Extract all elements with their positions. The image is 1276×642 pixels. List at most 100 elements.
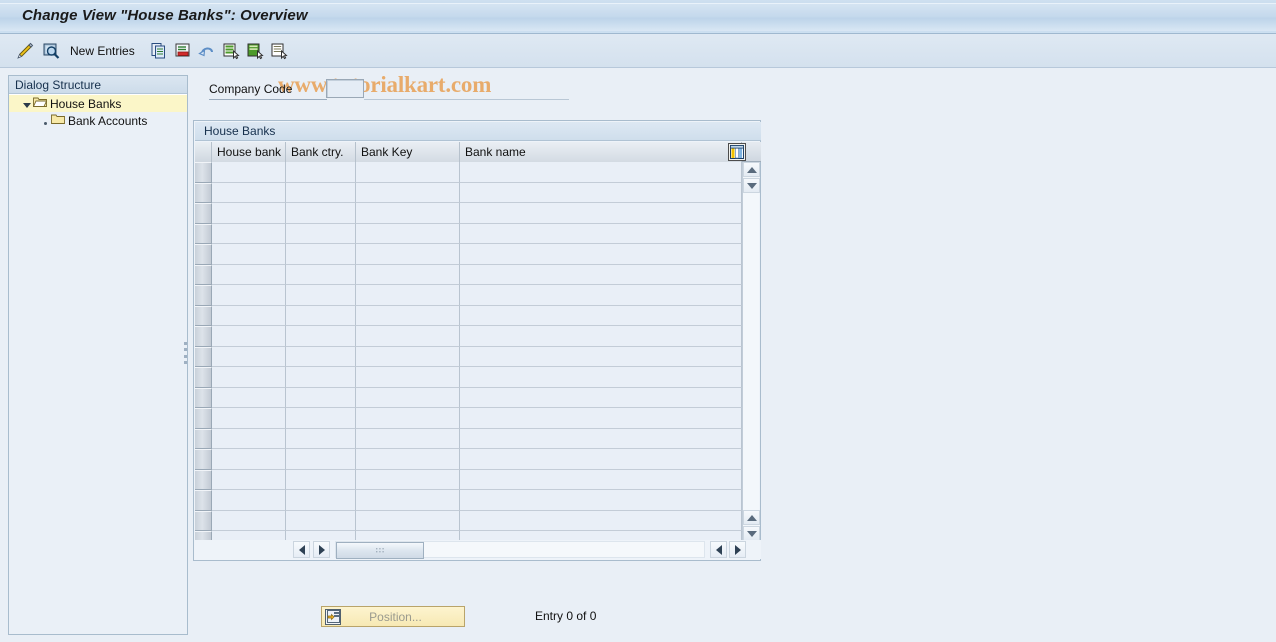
table-cell-bank_key[interactable] [356,203,460,224]
table-cell-bank_ctry[interactable] [286,285,356,306]
table-cell-bank_name[interactable] [460,408,742,429]
row-selector-button[interactable] [195,469,212,490]
table-cell-bank_name[interactable] [460,223,742,244]
table-body[interactable] [195,162,743,541]
table-cell-house_bank[interactable] [212,346,286,367]
table-cell-bank_ctry[interactable] [286,182,356,203]
table-row[interactable] [195,203,743,224]
table-cell-bank_key[interactable] [356,326,460,347]
table-cell-bank_ctry[interactable] [286,346,356,367]
table-cell-bank_name[interactable] [460,285,742,306]
table-cell-house_bank[interactable] [212,244,286,265]
table-cell-house_bank[interactable] [212,305,286,326]
row-selector-button[interactable] [195,346,212,367]
table-cell-house_bank[interactable] [212,203,286,224]
table-row[interactable] [195,305,743,326]
table-cell-house_bank[interactable] [212,408,286,429]
scroll-right-icon[interactable] [313,541,330,558]
table-cell-bank_name[interactable] [460,162,742,183]
table-cell-bank_ctry[interactable] [286,469,356,490]
row-selector-button[interactable] [195,367,212,388]
table-horizontal-scrollbar[interactable] [195,540,761,559]
table-row[interactable] [195,510,743,531]
table-row[interactable] [195,408,743,429]
table-cell-house_bank[interactable] [212,264,286,285]
table-cell-bank_key[interactable] [356,223,460,244]
scroll-left-end-icon[interactable] [710,541,727,558]
table-cell-house_bank[interactable] [212,223,286,244]
scroll-down-icon[interactable] [743,178,760,193]
table-cell-bank_name[interactable] [460,346,742,367]
select-all-icon[interactable] [220,40,242,62]
table-cell-bank_key[interactable] [356,367,460,388]
table-cell-bank_name[interactable] [460,326,742,347]
table-cell-bank_key[interactable] [356,449,460,470]
table-cell-bank_name[interactable] [460,264,742,285]
table-row[interactable] [195,469,743,490]
select-block-icon[interactable] [244,40,266,62]
table-row[interactable] [195,285,743,306]
table-cell-house_bank[interactable] [212,387,286,408]
table-cell-bank_ctry[interactable] [286,367,356,388]
table-cell-bank_name[interactable] [460,490,742,511]
table-cell-bank_key[interactable] [356,387,460,408]
table-cell-bank_ctry[interactable] [286,428,356,449]
table-row[interactable] [195,367,743,388]
table-row[interactable] [195,244,743,265]
table-row[interactable] [195,449,743,470]
table-cell-bank_name[interactable] [460,510,742,531]
table-row[interactable] [195,182,743,203]
row-selector-button[interactable] [195,162,212,183]
row-selector-button[interactable] [195,428,212,449]
table-cell-house_bank[interactable] [212,428,286,449]
table-cell-house_bank[interactable] [212,162,286,183]
row-selector-button[interactable] [195,326,212,347]
table-cell-bank_ctry[interactable] [286,203,356,224]
row-selector-button[interactable] [195,449,212,470]
triangle-down-icon[interactable] [21,97,33,111]
table-cell-house_bank[interactable] [212,182,286,203]
row-selector-button[interactable] [195,285,212,306]
table-cell-house_bank[interactable] [212,367,286,388]
table-row[interactable] [195,490,743,511]
table-row[interactable] [195,264,743,285]
row-selector-button[interactable] [195,510,212,531]
table-cell-bank_ctry[interactable] [286,387,356,408]
row-selector-button[interactable] [195,182,212,203]
table-cell-bank_key[interactable] [356,408,460,429]
row-selector-button[interactable] [195,203,212,224]
table-row[interactable] [195,346,743,367]
new-entries-button[interactable]: New Entries [70,44,135,58]
table-cell-bank_key[interactable] [356,162,460,183]
table-cell-bank_key[interactable] [356,182,460,203]
row-selector-button[interactable] [195,264,212,285]
copy-as-icon[interactable] [148,40,170,62]
panel-splitter-handle[interactable] [183,342,188,364]
table-cell-bank_ctry[interactable] [286,408,356,429]
row-selector-button[interactable] [195,244,212,265]
table-cell-bank_key[interactable] [356,490,460,511]
table-cell-house_bank[interactable] [212,449,286,470]
table-cell-bank_key[interactable] [356,346,460,367]
display-magnifier-icon[interactable] [40,40,62,62]
table-cell-house_bank[interactable] [212,510,286,531]
table-cell-house_bank[interactable] [212,285,286,306]
scroll-right-end-icon[interactable] [729,541,746,558]
table-cell-house_bank[interactable] [212,490,286,511]
table-cell-bank_key[interactable] [356,285,460,306]
table-cell-bank_name[interactable] [460,244,742,265]
table-cell-bank_ctry[interactable] [286,162,356,183]
table-cell-bank_key[interactable] [356,510,460,531]
sidebar-item-bank-accounts[interactable]: Bank Accounts [9,112,187,129]
table-cell-house_bank[interactable] [212,326,286,347]
scroll-page-up-icon[interactable] [743,510,760,525]
table-cell-bank_ctry[interactable] [286,449,356,470]
row-selector-button[interactable] [195,305,212,326]
table-cell-house_bank[interactable] [212,469,286,490]
table-row[interactable] [195,326,743,347]
table-cell-bank_ctry[interactable] [286,510,356,531]
edit-pencil-icon[interactable] [14,40,36,62]
row-selector-button[interactable] [195,387,212,408]
position-button[interactable]: Position... [321,606,465,627]
table-cell-bank_key[interactable] [356,264,460,285]
